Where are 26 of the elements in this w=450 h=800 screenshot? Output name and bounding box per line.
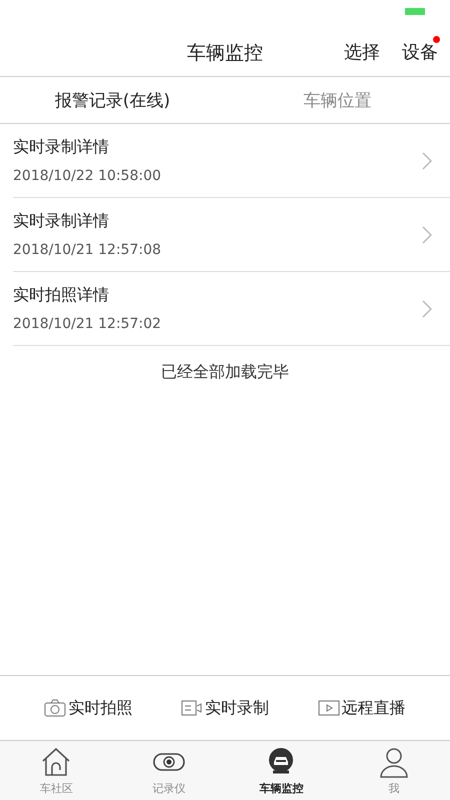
action-button[interactable]: 实时拍照 bbox=[44, 698, 132, 718]
tab[interactable]: 报警记录(在线) bbox=[0, 77, 225, 123]
record-time: 2018/10/21 12:57:08 bbox=[13, 242, 162, 258]
camera-icon bbox=[44, 699, 66, 717]
load-complete-text: 已经全部加载完毕 bbox=[160, 362, 290, 383]
header-button[interactable]: 选择 bbox=[342, 38, 382, 66]
chevron-icon bbox=[422, 226, 432, 244]
battery-icon bbox=[405, 8, 425, 15]
record-title: 实时录制详情 bbox=[13, 211, 110, 232]
header-button[interactable]: 设备 bbox=[400, 38, 440, 66]
action-button[interactable]: 远程直播 bbox=[318, 698, 406, 718]
nav-item[interactable]: 车辆监控 bbox=[225, 741, 338, 800]
record-time: 2018/10/21 12:57:02 bbox=[13, 316, 162, 332]
page-title: 车辆监控 bbox=[187, 41, 263, 66]
play-screen-icon bbox=[318, 699, 340, 717]
record-title: 实时拍照详情 bbox=[13, 285, 110, 306]
chevron-icon bbox=[422, 300, 432, 318]
chevron-icon bbox=[422, 152, 432, 170]
record-title: 实时录制详情 bbox=[13, 137, 110, 158]
video-camera-icon bbox=[180, 699, 203, 717]
record-time: 2018/10/22 10:58:00 bbox=[13, 168, 162, 184]
action-button[interactable]: 实时录制 bbox=[180, 698, 269, 718]
record-row[interactable]: 实时录制详情 2018/10/21 12:57:08 bbox=[13, 198, 450, 272]
record-row[interactable]: 实时录制详情 2018/10/22 10:58:00 bbox=[13, 124, 450, 198]
tab[interactable]: 车辆位置 bbox=[225, 77, 450, 123]
record-row[interactable]: 实时拍照详情 2018/10/21 12:57:02 bbox=[13, 272, 450, 346]
